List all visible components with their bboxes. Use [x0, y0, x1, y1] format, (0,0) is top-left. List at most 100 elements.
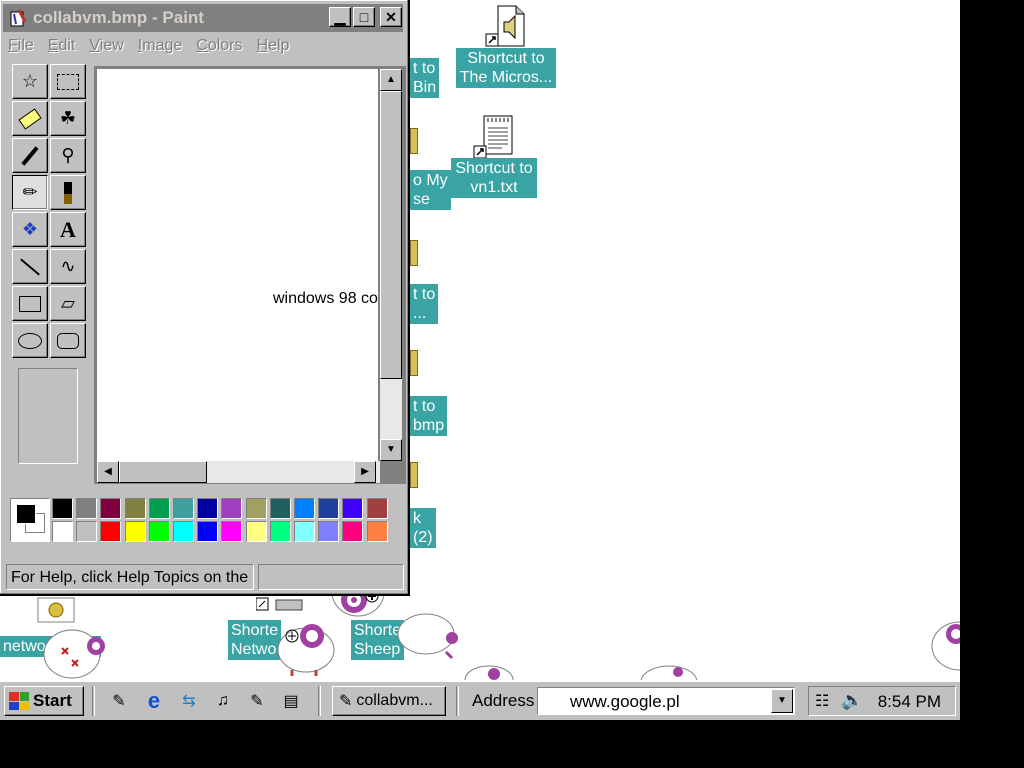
horizontal-scrollbar[interactable]: ◀ ▶ — [97, 461, 380, 483]
sound-shortcut-icon[interactable]: ♫ — [212, 690, 234, 712]
show-desktop-icon[interactable]: ✎ — [108, 690, 130, 712]
tool-options[interactable] — [18, 368, 78, 464]
sheep-icon[interactable] — [396, 608, 460, 664]
tool-airbrush[interactable]: ❖ — [12, 212, 48, 247]
sheep-icon[interactable] — [638, 660, 700, 682]
desktop-icon-label[interactable]: t to Bin — [410, 58, 440, 98]
menu-file[interactable]: File — [8, 37, 34, 55]
tool-rect-select[interactable] — [50, 64, 86, 99]
color-swatch[interactable] — [197, 521, 219, 542]
sheep-icon[interactable] — [276, 614, 340, 678]
tool-rectangle[interactable] — [12, 286, 48, 321]
desktop-icon-label[interactable]: t to... — [410, 284, 439, 324]
color-swatch[interactable] — [100, 498, 122, 519]
scroll-left-button[interactable]: ◀ — [97, 461, 119, 483]
tool-ellipse[interactable] — [12, 323, 48, 358]
scroll-right-button[interactable]: ▶ — [354, 461, 376, 483]
channels-icon[interactable]: ⇆ — [178, 690, 200, 712]
color-swatch[interactable] — [52, 498, 73, 519]
desktop-icon-vn1-shortcut[interactable]: Shortcut to vn1.txt — [446, 114, 542, 198]
color-swatch[interactable] — [318, 498, 340, 519]
maximize-button[interactable]: □ — [353, 7, 375, 27]
color-swatch[interactable] — [124, 521, 146, 542]
color-swatch[interactable] — [269, 521, 291, 542]
close-button[interactable]: ✕ — [380, 7, 402, 27]
title-bar[interactable]: collabvm.bmp - Paint ▁ □ ✕ — [3, 4, 403, 32]
shortcut-icon[interactable] — [255, 596, 304, 614]
desktop-icon-label[interactable]: o My se — [410, 170, 451, 210]
color-swatch[interactable] — [52, 521, 73, 542]
desktop-icon-label[interactable]: k (2) — [410, 508, 436, 548]
color-swatch[interactable] — [76, 498, 98, 519]
menu-edit[interactable]: Edit — [48, 37, 76, 55]
menu-view[interactable]: View — [89, 37, 123, 55]
menu-help[interactable]: Help — [257, 37, 290, 55]
color-swatch[interactable] — [366, 521, 388, 542]
scroll-up-button[interactable]: ▲ — [380, 69, 402, 91]
color-swatch[interactable] — [100, 521, 122, 542]
tool-pencil[interactable]: ✏ — [12, 175, 48, 210]
clock[interactable]: 8:54 PM — [878, 692, 941, 712]
horizontal-scroll-thumb[interactable] — [119, 461, 207, 483]
notepad-icon[interactable]: ▤ — [280, 690, 302, 712]
sheep-icon[interactable] — [464, 660, 514, 682]
paint-quicklaunch-icon[interactable]: ✎ — [246, 690, 268, 712]
network-icon[interactable] — [34, 596, 78, 626]
tool-line[interactable] — [12, 249, 48, 284]
sheep-icon[interactable] — [42, 626, 106, 682]
desktop-icon-label[interactable]: t to bmp — [410, 396, 448, 436]
desktop-icon-micros-shortcut[interactable]: Shortcut to The Micros... — [454, 4, 558, 88]
desktop-icon-label[interactable]: Shorte Netwo — [228, 620, 282, 660]
internet-explorer-icon[interactable]: e — [143, 688, 165, 713]
color-swatch[interactable] — [245, 498, 267, 519]
drawing-canvas[interactable]: windows 98 co — [97, 69, 378, 461]
start-button[interactable]: Start — [4, 686, 84, 716]
taskbar-button-paint[interactable]: ✎ collabvm... — [332, 686, 446, 716]
color-swatch[interactable] — [124, 498, 146, 519]
menu-colors[interactable]: Colors — [196, 37, 242, 55]
color-swatch[interactable] — [245, 521, 267, 542]
tool-brush[interactable] — [50, 175, 86, 210]
folder-icon[interactable] — [410, 240, 418, 266]
color-swatch[interactable] — [221, 498, 243, 519]
sheep-icon[interactable] — [930, 616, 960, 676]
tool-text[interactable]: A — [50, 212, 86, 247]
color-swatch[interactable] — [148, 521, 170, 542]
tool-free-select[interactable]: ☆ — [12, 64, 48, 99]
paint-app-icon[interactable] — [9, 8, 29, 28]
color-swatch[interactable] — [294, 521, 315, 542]
tool-magnifier[interactable]: ⚲ — [50, 138, 86, 173]
tool-polygon[interactable]: ▱ — [50, 286, 86, 321]
tool-color-picker[interactable] — [12, 138, 48, 173]
tool-eraser[interactable] — [12, 101, 48, 136]
color-swatch[interactable] — [173, 521, 194, 542]
folder-icon[interactable] — [410, 128, 418, 154]
color-swatch[interactable] — [318, 521, 340, 542]
menu-image[interactable]: Image — [138, 37, 182, 55]
scheduler-icon[interactable]: ☷ — [815, 691, 829, 711]
tool-fill[interactable]: ☘ — [50, 101, 86, 136]
color-swatch[interactable] — [342, 498, 364, 519]
color-swatch[interactable] — [269, 498, 291, 519]
foreground-color[interactable] — [16, 504, 36, 524]
scroll-down-button[interactable]: ▼ — [380, 439, 402, 461]
vertical-scroll-thumb[interactable] — [380, 91, 402, 379]
tool-curve[interactable]: ∿ — [50, 249, 86, 284]
paint-window[interactable]: collabvm.bmp - Paint ▁ □ ✕ File Edit Vie… — [0, 0, 410, 596]
address-input[interactable]: www.google.pl ▼ — [537, 687, 795, 715]
color-swatch[interactable] — [76, 521, 98, 542]
volume-icon[interactable]: 🔈 — [841, 690, 863, 711]
color-swatch[interactable] — [294, 498, 315, 519]
color-swatch[interactable] — [197, 498, 219, 519]
tool-rounded-rect[interactable] — [50, 323, 86, 358]
color-swatch[interactable] — [366, 498, 388, 519]
color-swatch[interactable] — [148, 498, 170, 519]
minimize-button[interactable]: ▁ — [329, 7, 351, 27]
vertical-scrollbar[interactable]: ▲ ▼ — [380, 69, 402, 461]
folder-icon[interactable] — [410, 350, 418, 376]
color-swatch[interactable] — [342, 521, 364, 542]
current-colors[interactable] — [10, 498, 50, 542]
color-swatch[interactable] — [173, 498, 194, 519]
color-swatch[interactable] — [221, 521, 243, 542]
address-dropdown-button[interactable]: ▼ — [771, 689, 793, 713]
